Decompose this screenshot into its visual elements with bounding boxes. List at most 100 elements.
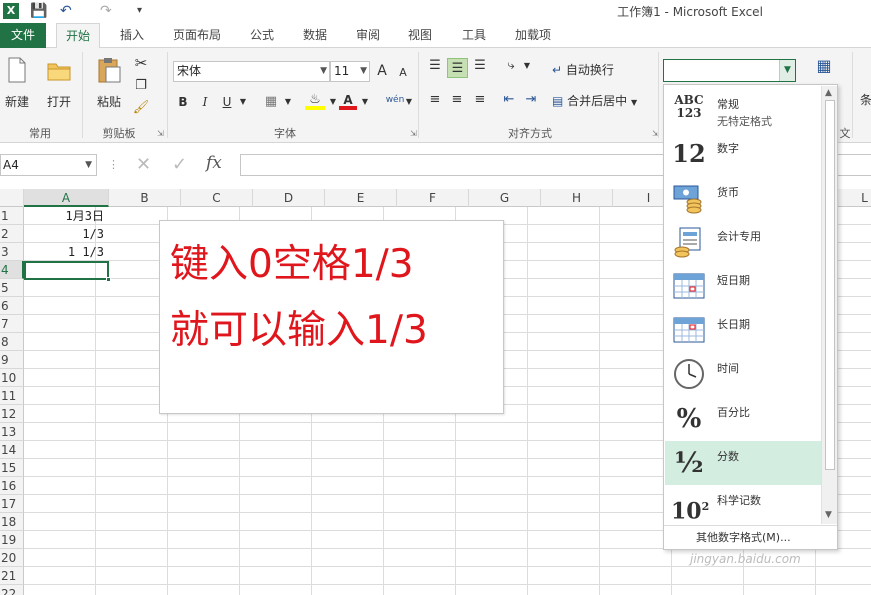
column-header[interactable]: D (253, 189, 325, 207)
insert-function-icon[interactable]: fx (206, 153, 222, 173)
align-right-icon[interactable]: ≡ (470, 90, 490, 110)
clipboard-launcher-icon[interactable]: ⇲ (157, 129, 164, 138)
more-number-formats-link[interactable]: 其他数字格式(M)... (664, 525, 837, 549)
conditional-format-label[interactable]: 条 (860, 90, 871, 110)
cell-a2[interactable]: 1/3 (24, 225, 108, 243)
copy-icon[interactable]: ❐ (132, 76, 150, 96)
row-header[interactable]: 22 (0, 585, 24, 595)
row-header[interactable]: 19 (0, 531, 24, 549)
chevron-down-icon[interactable]: ▼ (328, 92, 338, 112)
shrink-font-icon[interactable]: A (396, 63, 410, 83)
row-header[interactable]: 10 (0, 369, 24, 387)
row-header[interactable]: 11 (0, 387, 24, 405)
tab-tools[interactable]: 工具 (452, 23, 496, 48)
row-header[interactable]: 20 (0, 549, 24, 567)
tab-file[interactable]: 文件 (0, 23, 46, 48)
border-icon[interactable]: ▦ (262, 92, 280, 112)
row-header[interactable]: 12 (0, 405, 24, 423)
number-format-combobox[interactable]: ▼ (663, 59, 796, 82)
row-header[interactable]: 9 (0, 351, 24, 369)
font-size-select[interactable]: 11 ▼ (330, 61, 370, 82)
wrap-text-button[interactable]: ↵ 自动换行 (552, 60, 624, 80)
format-item-7[interactable]: 时间 (665, 353, 821, 397)
paste-button[interactable]: 粘贴 (92, 56, 126, 110)
tab-view[interactable]: 视图 (398, 23, 442, 48)
merge-center-button[interactable]: ▤ 合并后居中 ▼ (552, 91, 656, 111)
row-header[interactable]: 21 (0, 567, 24, 585)
chevron-down-icon[interactable]: ▼ (360, 92, 370, 112)
select-all-corner[interactable] (0, 189, 24, 207)
column-header[interactable]: A (24, 189, 109, 207)
scroll-thumb[interactable] (825, 100, 835, 470)
grow-font-icon[interactable]: A (375, 61, 389, 81)
tab-data[interactable]: 数据 (293, 23, 337, 48)
open-button[interactable]: 打开 (42, 56, 76, 110)
align-middle-icon[interactable]: ☰ (447, 58, 468, 78)
tab-page-layout[interactable]: 页面布局 (166, 23, 228, 48)
tab-insert[interactable]: 插入 (110, 23, 154, 48)
scroll-down-icon[interactable]: ▼ (825, 510, 832, 520)
cell-a1[interactable]: 1月3日 (24, 207, 108, 225)
column-header[interactable]: F (397, 189, 469, 207)
row-header[interactable]: 2 (0, 225, 24, 243)
row-header[interactable]: 5 (0, 279, 24, 297)
format-item-10[interactable]: 102 科学记数 (665, 485, 821, 529)
font-name-select[interactable]: 宋体 ▼ (173, 61, 330, 82)
redo-icon[interactable]: ↷ (100, 2, 112, 20)
tab-addins[interactable]: 加载项 (506, 23, 560, 48)
selected-cell-a4[interactable] (24, 261, 111, 282)
align-top-icon[interactable]: ☰ (425, 56, 445, 76)
column-header[interactable]: C (181, 189, 253, 207)
chevron-down-icon[interactable]: ▼ (404, 92, 414, 112)
row-header[interactable]: 7 (0, 315, 24, 333)
scissors-icon[interactable]: ✂ (132, 53, 150, 73)
italic-button[interactable]: I (198, 92, 212, 112)
row-header[interactable]: 15 (0, 459, 24, 477)
save-icon[interactable]: 💾 (30, 2, 47, 20)
format-painter-icon[interactable]: 🖌 (132, 98, 150, 118)
row-header[interactable]: 16 (0, 477, 24, 495)
increase-indent-icon[interactable]: ⇥ (521, 90, 541, 110)
column-header[interactable]: H (541, 189, 613, 207)
align-bottom-icon[interactable]: ☰ (470, 56, 490, 76)
new-button[interactable]: 新建 (2, 56, 32, 110)
row-header[interactable]: 8 (0, 333, 24, 351)
row-header[interactable]: 1 (0, 207, 24, 225)
tab-formulas[interactable]: 公式 (240, 23, 284, 48)
bold-button[interactable]: B (176, 92, 190, 112)
row-header[interactable]: 3 (0, 243, 24, 261)
format-item-5[interactable]: 短日期 (665, 265, 821, 309)
column-header[interactable]: B (109, 189, 181, 207)
fill-handle[interactable] (106, 277, 111, 282)
cell-a3[interactable]: 1 1/3 (24, 243, 108, 261)
row-header[interactable]: 17 (0, 495, 24, 513)
decrease-indent-icon[interactable]: ⇤ (499, 90, 519, 110)
column-header[interactable]: G (469, 189, 541, 207)
enter-icon[interactable]: ✓ (172, 154, 187, 176)
align-left-icon[interactable]: ≡ (425, 90, 445, 110)
undo-icon[interactable]: ↶ (60, 2, 72, 20)
table-style-icon[interactable]: ▦ (812, 56, 836, 76)
row-header[interactable]: 6 (0, 297, 24, 315)
column-header[interactable]: E (325, 189, 397, 207)
fill-color-icon[interactable]: ♨ (305, 90, 325, 110)
name-box[interactable]: A4 ▼ (0, 154, 97, 176)
scroll-up-icon[interactable]: ▲ (825, 88, 832, 98)
font-color-icon[interactable]: A (339, 90, 357, 110)
menu-scrollbar[interactable]: ▲ ▼ (821, 86, 837, 524)
customize-icon[interactable]: ▾ (137, 2, 142, 20)
orientation-icon[interactable]: ⤷ (500, 56, 522, 76)
row-header[interactable]: 14 (0, 441, 24, 459)
format-item-2[interactable]: 12 数字 (665, 133, 821, 177)
chevron-down-icon[interactable]: ▼ (522, 56, 532, 76)
format-item-8[interactable]: % 百分比 (665, 397, 821, 441)
format-item-9[interactable]: ½ 分数 (665, 441, 821, 485)
chevron-down-icon[interactable]: ▼ (283, 92, 293, 112)
chevron-down-icon[interactable]: ▼ (238, 92, 248, 112)
underline-button[interactable]: U (220, 92, 234, 112)
align-center-icon[interactable]: ≡ (447, 90, 467, 110)
row-header[interactable]: 4 (0, 261, 24, 279)
font-launcher-icon[interactable]: ⇲ (410, 129, 417, 138)
tab-review[interactable]: 审阅 (346, 23, 390, 48)
format-item-4[interactable]: 会计专用 (665, 221, 821, 265)
